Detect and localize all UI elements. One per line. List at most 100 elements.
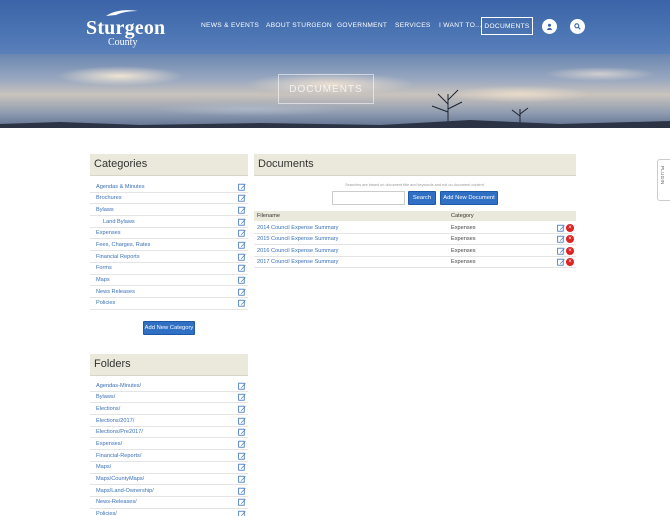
edit-icon[interactable] bbox=[238, 253, 246, 261]
folders-list: Agendas-Minutes/Bylaws/Elections/Electio… bbox=[90, 380, 248, 516]
search-hint: Searches are based on document title and… bbox=[345, 183, 485, 187]
nav-services[interactable]: SERVICES bbox=[395, 22, 431, 29]
edit-icon[interactable] bbox=[238, 299, 246, 307]
edit-icon[interactable] bbox=[238, 229, 246, 237]
add-new-document-button[interactable]: Add New Document bbox=[440, 191, 498, 205]
category-row: Policies bbox=[90, 298, 248, 310]
search-button[interactable] bbox=[570, 19, 585, 34]
nav-government[interactable]: GOVERNMENT bbox=[337, 22, 387, 29]
category-link[interactable]: Brochures bbox=[96, 195, 122, 201]
user-icon bbox=[546, 23, 553, 30]
document-category: Expenses bbox=[451, 236, 476, 242]
documents-table-header: Filename Category bbox=[254, 211, 576, 221]
folder-link[interactable]: Policies/ bbox=[96, 511, 117, 516]
folder-link[interactable]: Maps/Land-Ownership/ bbox=[96, 488, 154, 494]
document-link[interactable]: 2015 Council Expense Summary bbox=[257, 236, 338, 242]
hero-title-frame: DOCUMENTS bbox=[278, 74, 374, 104]
folder-link[interactable]: Elections/Pre2017/ bbox=[96, 429, 143, 435]
edit-icon[interactable] bbox=[238, 428, 246, 436]
column-category: Category bbox=[451, 213, 474, 219]
folder-link[interactable]: Bylaws/ bbox=[96, 394, 115, 400]
sturgeon-county-logo[interactable]: Sturgeon County bbox=[86, 10, 165, 50]
category-link[interactable]: Expenses bbox=[96, 230, 121, 236]
add-new-category-button[interactable]: Add New Category bbox=[143, 321, 195, 335]
folder-row: Elections/ bbox=[90, 403, 248, 416]
edit-icon[interactable] bbox=[557, 224, 565, 232]
nav-documents[interactable]: DOCUMENTS bbox=[481, 17, 533, 35]
edit-icon[interactable] bbox=[238, 218, 246, 226]
plugin-tab-label: PLUGIN bbox=[660, 166, 665, 185]
folder-link[interactable]: Expenses/ bbox=[96, 441, 122, 447]
edit-icon[interactable] bbox=[557, 247, 565, 255]
edit-icon[interactable] bbox=[238, 276, 246, 284]
edit-icon[interactable] bbox=[238, 241, 246, 249]
edit-icon[interactable] bbox=[238, 475, 246, 483]
edit-icon[interactable] bbox=[238, 510, 246, 516]
edit-icon[interactable] bbox=[238, 440, 246, 448]
nav-news-events[interactable]: NEWS & EVENTS bbox=[201, 22, 259, 29]
site-header: Sturgeon County NEWS & EVENTS ABOUT STUR… bbox=[0, 0, 670, 54]
edit-icon[interactable] bbox=[238, 452, 246, 460]
search-icon bbox=[574, 23, 581, 30]
edit-icon[interactable] bbox=[238, 417, 246, 425]
documents-title: Documents bbox=[258, 158, 314, 170]
delete-icon[interactable]: × bbox=[566, 246, 574, 255]
edit-icon[interactable] bbox=[238, 288, 246, 296]
folder-row: Maps/CountyMaps/ bbox=[90, 474, 248, 486]
category-row: News Releases bbox=[90, 286, 248, 298]
edit-icon[interactable] bbox=[238, 264, 246, 272]
folder-link[interactable]: Maps/CountyMaps/ bbox=[96, 476, 144, 482]
folder-row: News-Releases/ bbox=[90, 497, 248, 509]
search-documents-button[interactable]: Search bbox=[408, 191, 436, 205]
delete-icon[interactable]: × bbox=[566, 235, 574, 243]
delete-icon[interactable]: × bbox=[566, 223, 574, 232]
folder-row: Maps/ bbox=[90, 462, 248, 474]
edit-icon[interactable] bbox=[238, 498, 246, 506]
edit-icon[interactable] bbox=[557, 258, 565, 266]
category-link[interactable]: Bylaws bbox=[96, 207, 114, 213]
folder-link[interactable]: Financial-Reports/ bbox=[96, 453, 141, 459]
edit-icon[interactable] bbox=[238, 183, 246, 191]
user-button[interactable] bbox=[542, 19, 557, 34]
edit-icon[interactable] bbox=[238, 405, 246, 413]
category-link[interactable]: Policies bbox=[96, 300, 115, 306]
document-link[interactable]: 2017 Council Expense Summary bbox=[257, 259, 338, 265]
category-link[interactable]: Maps bbox=[96, 277, 110, 283]
category-row: Fees, Charges, Rates bbox=[90, 239, 248, 252]
nav-i-want-to[interactable]: I WANT TO... bbox=[439, 22, 482, 29]
edit-icon[interactable] bbox=[238, 463, 246, 471]
document-link[interactable]: 2016 Council Expense Summary bbox=[257, 248, 338, 254]
document-category: Expenses bbox=[451, 224, 476, 231]
category-link[interactable]: Forms bbox=[96, 265, 112, 271]
category-link[interactable]: News Releases bbox=[96, 289, 135, 295]
document-category: Expenses bbox=[451, 259, 476, 265]
folder-link[interactable]: Elections/ bbox=[96, 406, 120, 412]
folder-link[interactable]: Maps/ bbox=[96, 464, 111, 470]
folder-link[interactable]: Agendas-Minutes/ bbox=[96, 383, 141, 389]
search-input[interactable] bbox=[332, 191, 405, 205]
category-row: Forms bbox=[90, 263, 248, 275]
folder-link[interactable]: Elections/2017/ bbox=[96, 418, 134, 424]
folder-row: Expenses/ bbox=[90, 438, 248, 451]
categories-list: Agendas & Minutes Brochures Bylaws Land Byl… bbox=[90, 181, 248, 310]
edit-icon[interactable] bbox=[238, 487, 246, 495]
plugin-tab[interactable]: PLUGIN bbox=[657, 159, 670, 201]
edit-icon[interactable] bbox=[238, 206, 246, 214]
folder-link[interactable]: News-Releases/ bbox=[96, 499, 137, 505]
nav-about-sturgeon[interactable]: ABOUT STURGEON bbox=[266, 22, 332, 29]
delete-icon[interactable]: × bbox=[566, 258, 574, 266]
edit-icon[interactable] bbox=[238, 393, 246, 401]
category-link[interactable]: Agendas & Minutes bbox=[96, 184, 145, 190]
document-link[interactable]: 2014 Council Expense Summary bbox=[257, 225, 338, 231]
folder-row: Financial-Reports/ bbox=[90, 450, 248, 462]
edit-icon[interactable] bbox=[238, 194, 246, 202]
folders-title: Folders bbox=[94, 358, 131, 370]
table-row: 2015 Council Expense Summary Expenses × bbox=[254, 234, 576, 245]
table-row: 2014 Council Expense Summary Expenses × bbox=[254, 222, 576, 234]
category-link[interactable]: Land Bylaws bbox=[103, 219, 135, 225]
edit-icon[interactable] bbox=[238, 382, 246, 390]
column-filename: Filename bbox=[257, 213, 281, 219]
edit-icon[interactable] bbox=[557, 235, 565, 243]
category-link[interactable]: Fees, Charges, Rates bbox=[96, 242, 150, 248]
category-link[interactable]: Financial Reports bbox=[96, 254, 140, 260]
